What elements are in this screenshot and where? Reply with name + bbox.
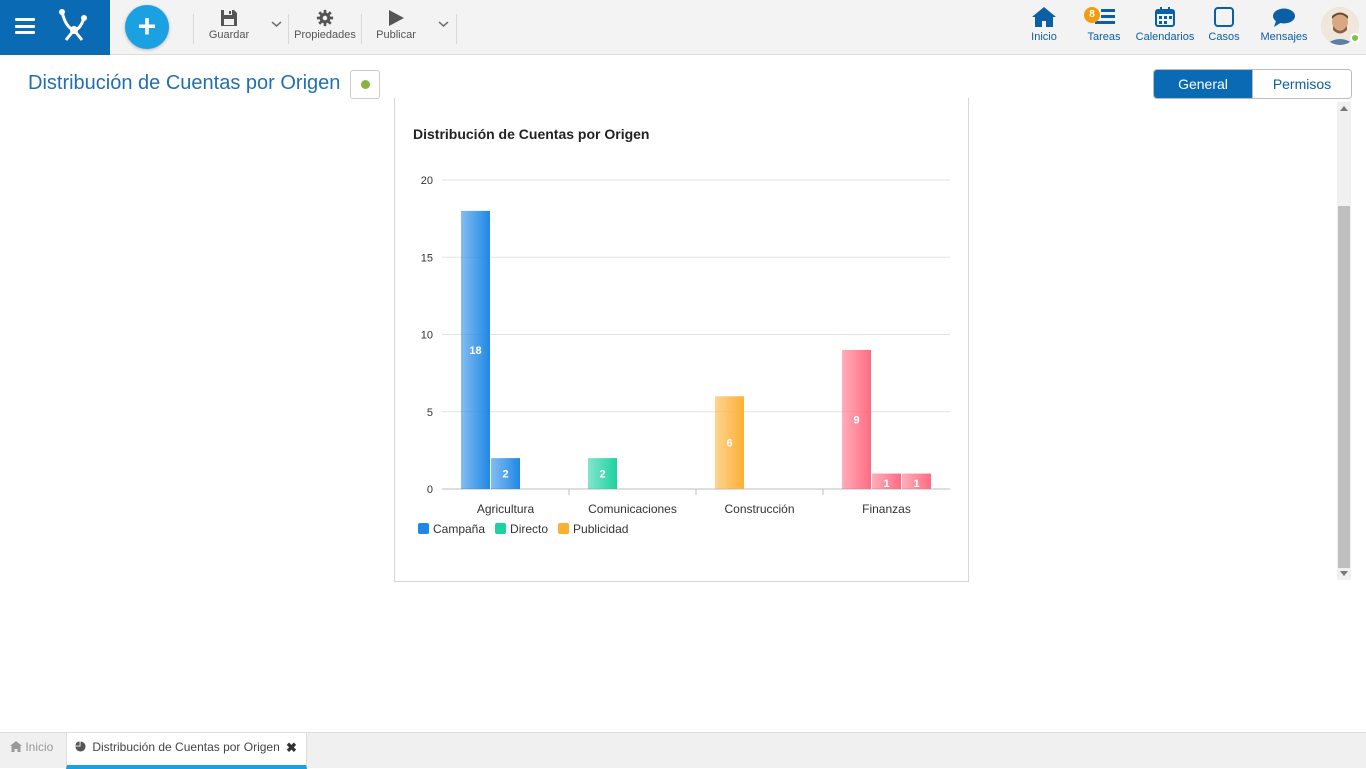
cases-icon (1214, 7, 1234, 27)
menu-icon[interactable] (15, 18, 35, 34)
tab-general[interactable]: General (1154, 70, 1252, 98)
bottom-tab-home[interactable]: Inicio (0, 733, 63, 769)
nav-cases[interactable]: Casos (1204, 6, 1244, 50)
nav-home-label: Inicio (1031, 31, 1057, 43)
properties-button[interactable]: Propiedades (292, 9, 358, 49)
nav-calendars[interactable]: Calendarios (1134, 6, 1196, 50)
save-dropdown-chevron-icon[interactable] (271, 20, 282, 28)
bar-data-label: 2 (502, 469, 508, 481)
bar-data-label: 1 (913, 478, 919, 490)
bar-data-label: 18 (469, 345, 481, 357)
save-label: Guardar (208, 29, 250, 41)
gear-icon (316, 9, 334, 27)
nav-home[interactable]: Inicio (1024, 6, 1064, 50)
play-icon (389, 10, 404, 26)
save-button[interactable]: Guardar (205, 9, 253, 49)
chart-panel: 0 5 10 15 20 Agricultura Comunicaciones Constru… (394, 98, 969, 582)
bar-data-label: 2 (599, 469, 605, 481)
y-tick-label: 0 (427, 484, 433, 496)
save-icon (221, 10, 237, 26)
publish-dropdown-chevron-icon[interactable] (438, 20, 449, 28)
nav-cases-label: Casos (1208, 31, 1240, 43)
toolbar-divider (288, 14, 289, 44)
publish-button[interactable]: Publicar (372, 9, 420, 49)
bar-data-label: 9 (853, 414, 859, 426)
close-icon[interactable]: ✖ (286, 734, 297, 762)
publish-label: Publicar (376, 29, 416, 41)
online-status-dot (1350, 33, 1360, 43)
bottom-tab-chart-label: Distribución de Cuentas por Origen (92, 740, 280, 754)
bar-data-label: 6 (726, 438, 732, 450)
properties-label: Propiedades (294, 29, 356, 41)
bottom-tab-chart[interactable]: Distribución de Cuentas por Origen ✖ (66, 733, 307, 769)
toolbar-divider (193, 14, 194, 44)
message-icon (1273, 8, 1295, 27)
nav-tasks-label: Tareas (1087, 31, 1121, 43)
status-button[interactable] (350, 70, 380, 99)
vertical-scrollbar[interactable] (1337, 102, 1351, 580)
y-tick-label: 10 (421, 330, 433, 342)
legend-swatch[interactable] (558, 523, 570, 534)
pie-chart-icon (75, 741, 86, 752)
y-tick-label: 15 (421, 252, 433, 264)
y-tick-label: 5 (427, 407, 433, 419)
bottom-tab-bar: Inicio Distribución de Cuentas por Orige… (0, 732, 1366, 769)
top-bar: + Guardar Propiedades Publicar Inicio Ta… (0, 0, 1366, 55)
add-button[interactable]: + (125, 5, 169, 49)
bar-data-label: 1 (883, 478, 889, 490)
nav-messages-label: Mensajes (1260, 31, 1308, 43)
bar-chart: 0 5 10 15 20 Agricultura Comunicaciones Constru… (418, 175, 950, 536)
legend-swatch[interactable] (495, 523, 507, 534)
legend-label[interactable]: Campaña (433, 522, 485, 536)
scroll-up-arrow-icon[interactable] (1340, 106, 1348, 111)
chart-title: Distribución de Cuentas por Origen (413, 126, 650, 142)
x-tick-label: Finanzas (862, 502, 911, 516)
toolbar-divider (361, 14, 362, 44)
home-icon (1032, 7, 1056, 27)
scroll-thumb[interactable] (1338, 206, 1350, 568)
tab-permisos[interactable]: Permisos (1252, 70, 1351, 98)
legend-label[interactable]: Publicidad (573, 522, 628, 536)
page-title: Distribución de Cuentas por Origen (28, 72, 341, 94)
status-dot-icon (361, 80, 370, 89)
legend-swatch[interactable] (418, 523, 429, 534)
nav-calendars-label: Calendarios (1135, 31, 1195, 43)
brand-area (0, 0, 110, 55)
calendar-icon (1155, 7, 1175, 27)
bottom-tab-home-label: Inicio (25, 740, 54, 754)
toolbar-divider (456, 14, 457, 44)
home-icon (10, 741, 22, 752)
scroll-down-arrow-icon[interactable] (1340, 571, 1348, 576)
tasks-count-badge: 8 (1084, 7, 1100, 23)
view-tabs: General Permisos (1153, 69, 1352, 99)
y-tick-label: 20 (421, 175, 433, 187)
x-tick-label: Comunicaciones (588, 502, 677, 516)
x-tick-label: Construcción (724, 502, 794, 516)
nav-messages[interactable]: Mensajes (1258, 6, 1310, 50)
logo-icon[interactable] (54, 8, 90, 44)
x-tick-label: Agricultura (477, 502, 535, 516)
legend-label[interactable]: Directo (510, 522, 548, 536)
